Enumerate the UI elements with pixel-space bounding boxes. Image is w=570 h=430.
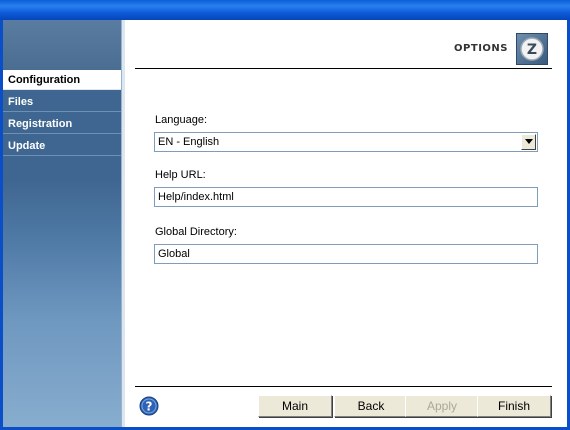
header-divider	[135, 68, 552, 69]
title-bar[interactable]	[0, 0, 570, 20]
back-button[interactable]: Back	[334, 395, 408, 417]
language-selected-value: EN - English	[158, 136, 220, 148]
sidebar-header	[3, 20, 121, 70]
page-title: OPTIONS	[454, 43, 508, 54]
sidebar-item-files[interactable]: Files	[3, 92, 121, 112]
help-icon[interactable]: ?	[139, 396, 159, 416]
help-url-label: Help URL:	[155, 169, 206, 181]
global-directory-label: Global Directory:	[155, 226, 237, 238]
help-url-field[interactable]	[154, 187, 538, 207]
apply-button[interactable]: Apply	[405, 395, 479, 417]
sidebar-item-configuration[interactable]: Configuration	[3, 70, 121, 90]
sidebar: Configuration Files Registration Update	[3, 20, 121, 427]
svg-text:?: ?	[146, 400, 153, 414]
language-select[interactable]: EN - English	[154, 132, 538, 152]
sidebar-item-update[interactable]: Update	[3, 136, 121, 156]
options-window: Configuration Files Registration Update …	[0, 0, 570, 430]
footer-divider	[135, 386, 552, 387]
sidebar-item-registration[interactable]: Registration	[3, 114, 121, 134]
logo-letter: Z	[527, 42, 537, 58]
language-dropdown-button[interactable]	[521, 134, 536, 150]
chevron-down-icon	[525, 139, 533, 144]
z-logo-icon: Z	[516, 33, 548, 65]
main-button[interactable]: Main	[258, 395, 332, 417]
finish-button[interactable]: Finish	[477, 395, 551, 417]
language-label: Language:	[155, 114, 207, 126]
global-directory-field[interactable]	[154, 244, 538, 264]
sidebar-divider	[121, 20, 125, 427]
